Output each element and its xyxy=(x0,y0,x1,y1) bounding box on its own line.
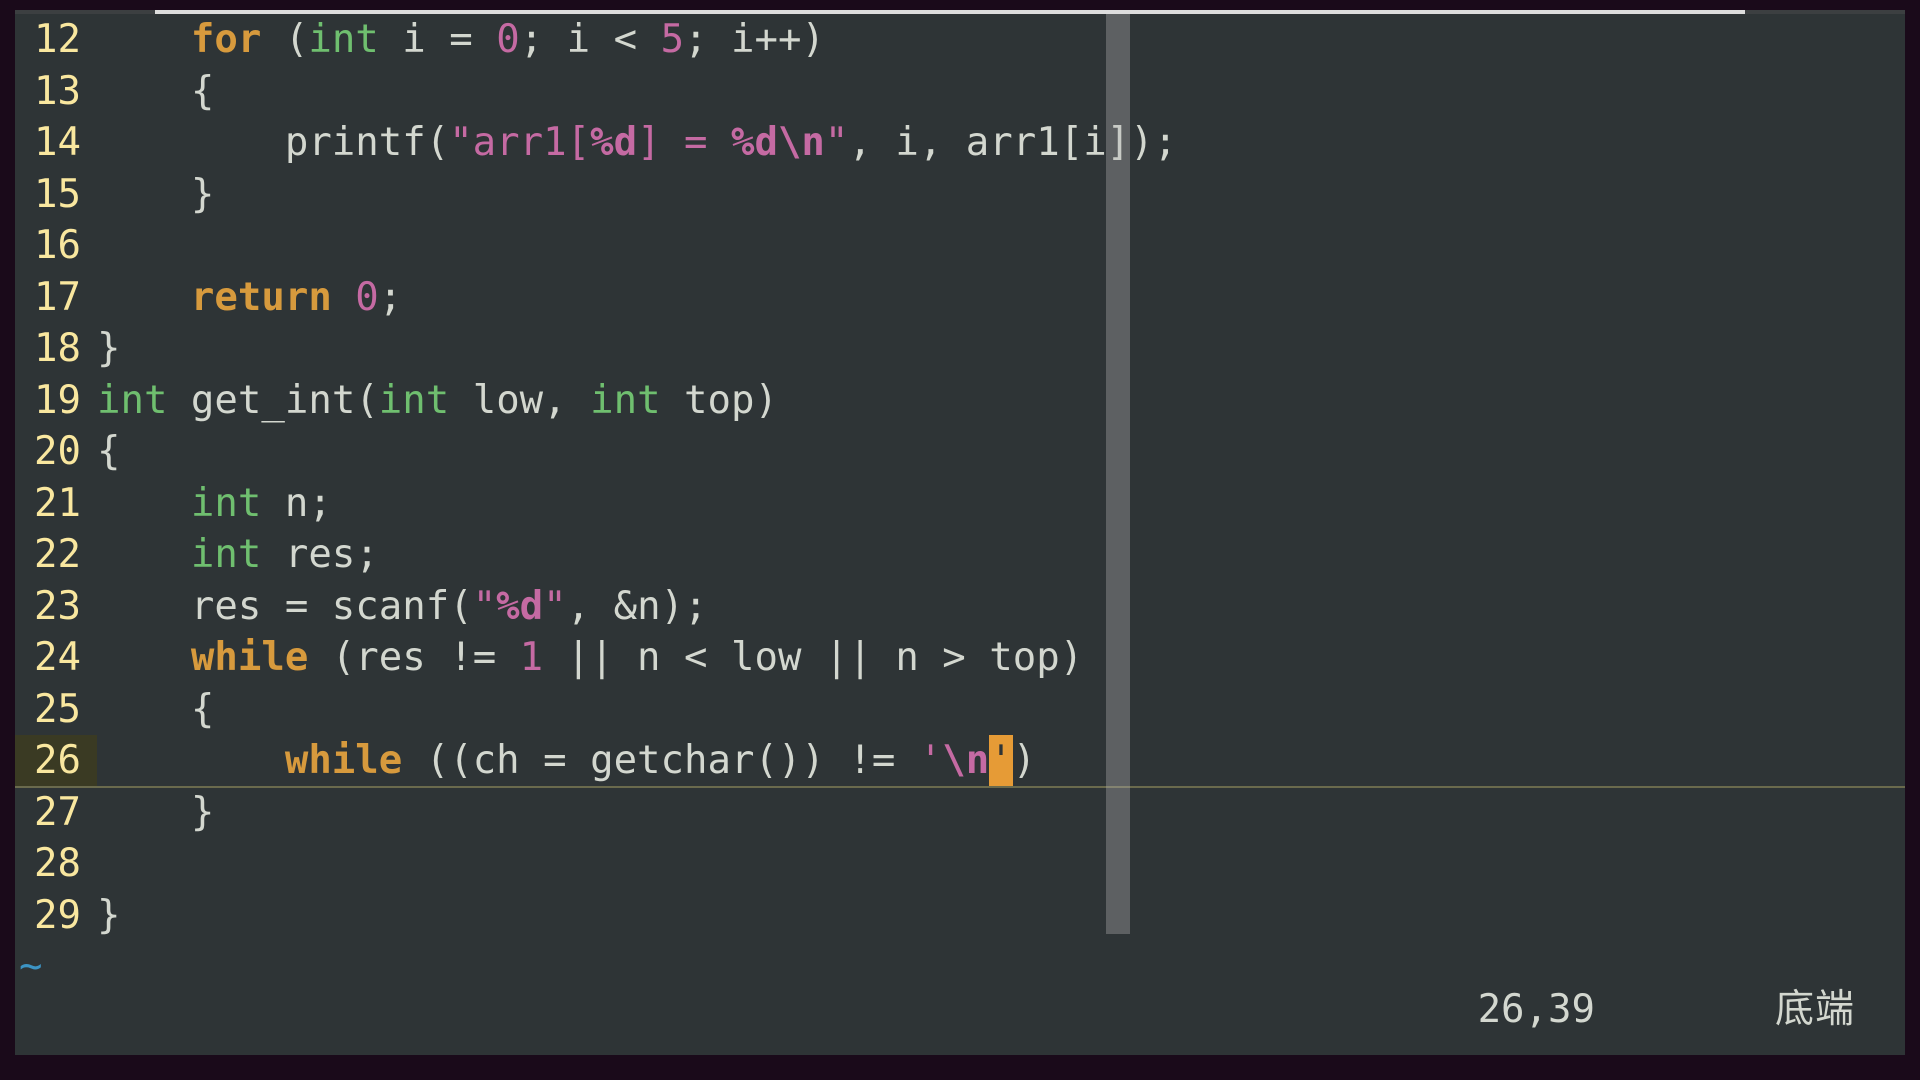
line-number: 17 xyxy=(15,272,97,324)
code-text[interactable]: res = scanf("%d", &n); xyxy=(97,581,1905,633)
line-number: 14 xyxy=(15,117,97,169)
code-line[interactable]: 12 for (int i = 0; i < 5; i++) xyxy=(15,14,1905,66)
cursor-position: 26,39 xyxy=(1478,985,1595,1035)
code-text[interactable]: } xyxy=(97,890,1905,942)
code-line[interactable]: 24 while (res != 1 || n < low || n > top… xyxy=(15,632,1905,684)
line-number: 22 xyxy=(15,529,97,581)
line-number: 28 xyxy=(15,838,97,890)
code-line[interactable]: 23 res = scanf("%d", &n); xyxy=(15,581,1905,633)
line-number: 15 xyxy=(15,169,97,221)
code-editor-area[interactable]: 12 for (int i = 0; i < 5; i++)13 {14 pri… xyxy=(15,14,1905,1055)
status-bar: 26,39 底端 xyxy=(15,985,1885,1035)
line-number: 18 xyxy=(15,323,97,375)
scroll-indicator: 底端 xyxy=(1775,985,1855,1035)
code-line[interactable]: 17 return 0; xyxy=(15,272,1905,324)
code-text[interactable]: } xyxy=(97,787,1905,839)
code-text[interactable]: } xyxy=(97,323,1905,375)
code-line[interactable]: 14 printf("arr1[%d] = %d\n", i, arr1[i])… xyxy=(15,117,1905,169)
code-text[interactable]: } xyxy=(97,169,1905,221)
code-text[interactable] xyxy=(97,220,1905,272)
code-line[interactable]: 20{ xyxy=(15,426,1905,478)
code-text[interactable]: int n; xyxy=(97,478,1905,530)
code-text[interactable]: { xyxy=(97,66,1905,118)
text-cursor: ' xyxy=(989,735,1012,787)
code-line[interactable]: 28 xyxy=(15,838,1905,890)
line-number: 12 xyxy=(15,14,97,66)
code-line[interactable]: 29} xyxy=(15,890,1905,942)
line-number: 25 xyxy=(15,684,97,736)
code-line[interactable]: 15 } xyxy=(15,169,1905,221)
line-number: 27 xyxy=(15,787,97,839)
code-line[interactable]: 13 { xyxy=(15,66,1905,118)
code-line[interactable]: 25 { xyxy=(15,684,1905,736)
line-number: 20 xyxy=(15,426,97,478)
line-number: 21 xyxy=(15,478,97,530)
line-number: 29 xyxy=(15,890,97,942)
vim-terminal[interactable]: 12 for (int i = 0; i < 5; i++)13 {14 pri… xyxy=(15,10,1905,1055)
code-text[interactable]: while (res != 1 || n < low || n > top) xyxy=(97,632,1905,684)
code-text[interactable]: { xyxy=(97,426,1905,478)
code-text[interactable]: printf("arr1[%d] = %d\n", i, arr1[i]); xyxy=(97,117,1905,169)
code-text[interactable]: int res; xyxy=(97,529,1905,581)
code-text[interactable]: for (int i = 0; i < 5; i++) xyxy=(97,14,1905,66)
code-text[interactable]: while ((ch = getchar()) != '\n') xyxy=(97,735,1905,787)
code-text[interactable] xyxy=(97,838,1905,890)
code-text[interactable]: { xyxy=(97,684,1905,736)
code-line[interactable]: 27 } xyxy=(15,787,1905,839)
code-line[interactable]: 21 int n; xyxy=(15,478,1905,530)
line-number: 16 xyxy=(15,220,97,272)
code-line[interactable]: 16 xyxy=(15,220,1905,272)
code-text[interactable]: return 0; xyxy=(97,272,1905,324)
line-number: 13 xyxy=(15,66,97,118)
line-number: 23 xyxy=(15,581,97,633)
code-text[interactable]: int get_int(int low, int top) xyxy=(97,375,1905,427)
code-line[interactable]: 22 int res; xyxy=(15,529,1905,581)
line-number: 24 xyxy=(15,632,97,684)
line-number: 19 xyxy=(15,375,97,427)
code-line[interactable]: 26 while ((ch = getchar()) != '\n') xyxy=(15,735,1905,787)
code-line[interactable]: 19int get_int(int low, int top) xyxy=(15,375,1905,427)
line-number: 26 xyxy=(15,735,97,787)
code-line[interactable]: 18} xyxy=(15,323,1905,375)
